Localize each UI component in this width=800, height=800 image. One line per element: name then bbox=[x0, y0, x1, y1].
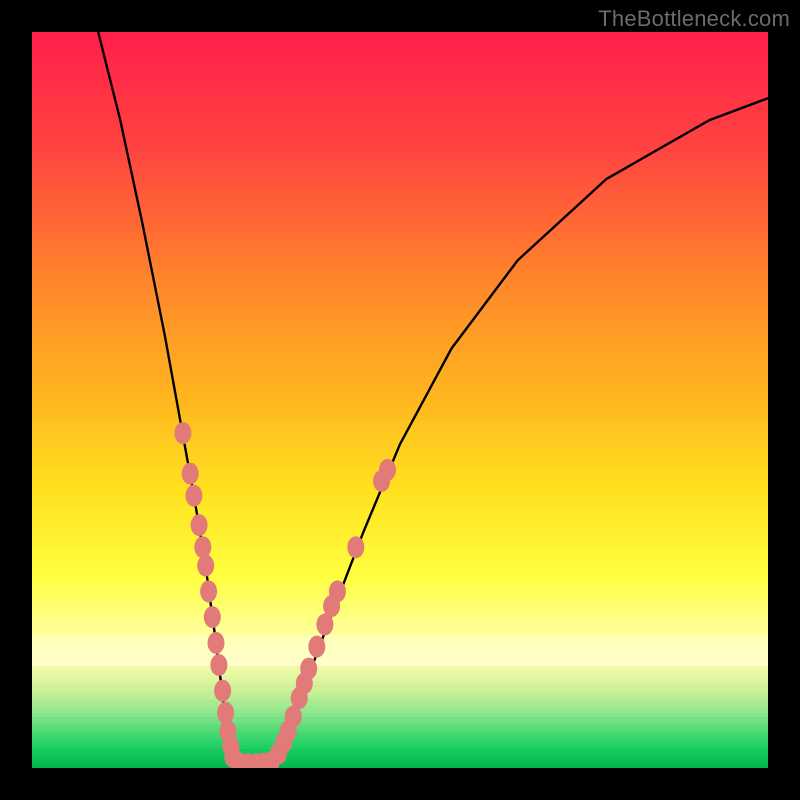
sample-dot bbox=[347, 536, 364, 558]
sample-dot bbox=[214, 680, 231, 702]
sample-dot bbox=[194, 536, 211, 558]
sample-dot bbox=[204, 606, 221, 628]
sample-dot bbox=[185, 485, 202, 507]
sample-dot bbox=[329, 580, 346, 602]
gradient-background bbox=[32, 32, 768, 768]
sample-dot bbox=[182, 463, 199, 485]
chart-frame: TheBottleneck.com bbox=[0, 0, 800, 800]
sample-dot bbox=[379, 459, 396, 481]
sample-dot bbox=[208, 632, 225, 654]
sample-dot bbox=[217, 702, 234, 724]
sample-dot bbox=[197, 555, 214, 577]
sample-dot bbox=[308, 636, 325, 658]
sample-dot bbox=[200, 580, 217, 602]
sample-dot bbox=[191, 514, 208, 536]
sample-dot bbox=[300, 658, 317, 680]
sample-dot bbox=[174, 422, 191, 444]
bottleneck-chart bbox=[32, 32, 768, 768]
watermark-text: TheBottleneck.com bbox=[598, 6, 790, 32]
sample-dot bbox=[210, 654, 227, 676]
